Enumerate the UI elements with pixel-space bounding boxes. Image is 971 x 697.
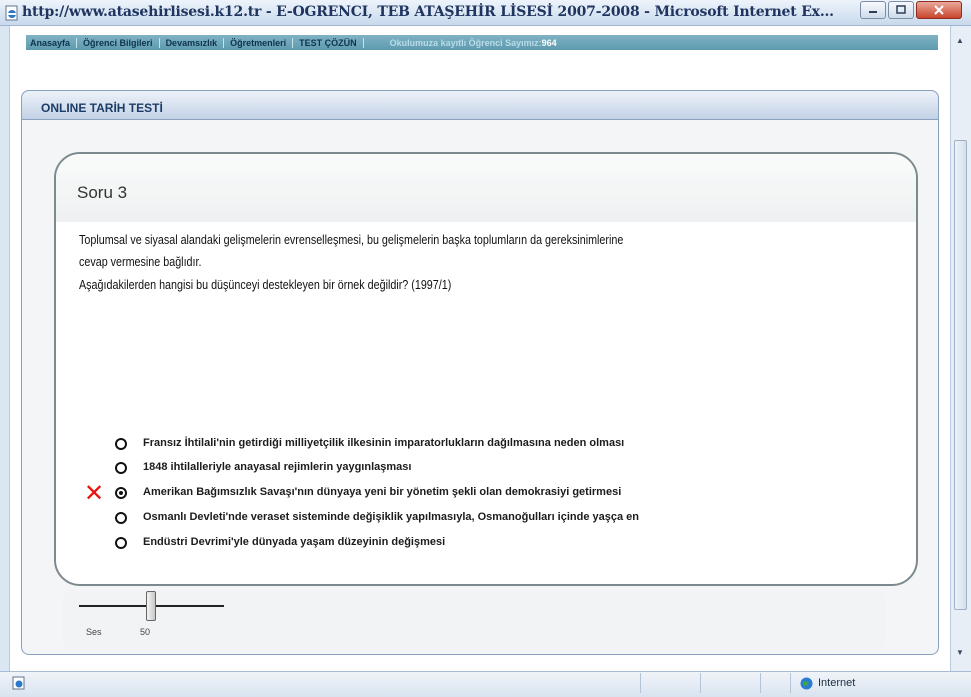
option-1-label[interactable]: Fransız İhtilali'nin getirdiği milliyetç… <box>143 437 624 449</box>
test-panel-title: ONLINE TARİH TESTİ <box>41 101 163 115</box>
status-divider <box>760 673 761 693</box>
nav-devamsizlik-link[interactable]: Devamsızlık <box>160 37 225 48</box>
option-5-label[interactable]: Endüstri Devrimi'yle dünyada yaşam düzey… <box>143 536 445 548</box>
option-2-radio[interactable] <box>115 462 127 474</box>
nav-test-cozun-link[interactable]: TEST ÇÖZÜN <box>293 37 364 48</box>
volume-slider-thumb[interactable] <box>146 591 156 621</box>
option-2-label[interactable]: 1848 ihtilalleriyle anayasal rejimlerin … <box>143 461 411 473</box>
close-icon <box>934 5 944 15</box>
window-frame-left <box>0 26 10 671</box>
volume-control-area <box>62 590 886 650</box>
scroll-up-icon[interactable]: ▲ <box>956 36 964 45</box>
scroll-down-icon[interactable]: ▼ <box>956 648 964 657</box>
option-3-label[interactable]: Amerikan Bağımsızlık Savaşı'nın dünyaya … <box>143 486 621 498</box>
site-nav-bar: Anasayfa Öğrenci Bilgileri Devamsızlık Ö… <box>26 35 938 50</box>
security-zone-label: Internet <box>818 677 856 689</box>
option-3-radio[interactable] <box>115 487 127 499</box>
minimize-icon <box>869 11 877 13</box>
globe-icon <box>800 677 813 690</box>
question-title: Soru 3 <box>77 183 128 202</box>
page-status-icon <box>12 676 25 690</box>
option-1-radio[interactable] <box>115 438 127 450</box>
close-button[interactable] <box>916 1 962 19</box>
nav-ogrenci-bilgileri-link[interactable]: Öğrenci Bilgileri <box>77 37 160 48</box>
ie-page-icon <box>5 5 18 21</box>
option-4-radio[interactable] <box>115 512 127 524</box>
option-4-label[interactable]: Osmanlı Devleti'nde veraset sisteminde d… <box>143 511 639 523</box>
window-title: http://www.atasehirlisesi.k12.tr - E-OGR… <box>22 4 834 20</box>
student-count-label: Okulumuza kayıtlı Öğrenci Sayımız: <box>389 37 542 48</box>
option-5-radio[interactable] <box>115 537 127 549</box>
maximize-icon <box>896 5 906 14</box>
status-divider <box>640 673 641 693</box>
nav-ogretmenleri-link[interactable]: Öğretmenleri <box>224 37 294 48</box>
volume-label: Ses <box>86 627 102 637</box>
wrong-answer-x-icon: ✕ <box>84 480 105 507</box>
volume-value: 50 <box>140 627 151 637</box>
question-card-header <box>56 154 916 222</box>
maximize-button[interactable] <box>888 1 914 19</box>
question-text-line-3: Aşağıdakilerden hangisi bu düşünceyi des… <box>79 278 452 292</box>
scrollbar-thumb[interactable] <box>954 140 967 610</box>
status-divider <box>790 673 791 693</box>
minimize-button[interactable] <box>860 1 886 19</box>
status-divider <box>700 673 701 693</box>
question-text-line-1: Toplumsal ve siyasal alandaki gelişmeler… <box>79 233 624 247</box>
question-text-line-2: cevap vermesine bağlıdır. <box>79 255 202 269</box>
student-count-value: 964 <box>541 37 557 48</box>
nav-anasayfa-link[interactable]: Anasayfa <box>26 37 78 48</box>
